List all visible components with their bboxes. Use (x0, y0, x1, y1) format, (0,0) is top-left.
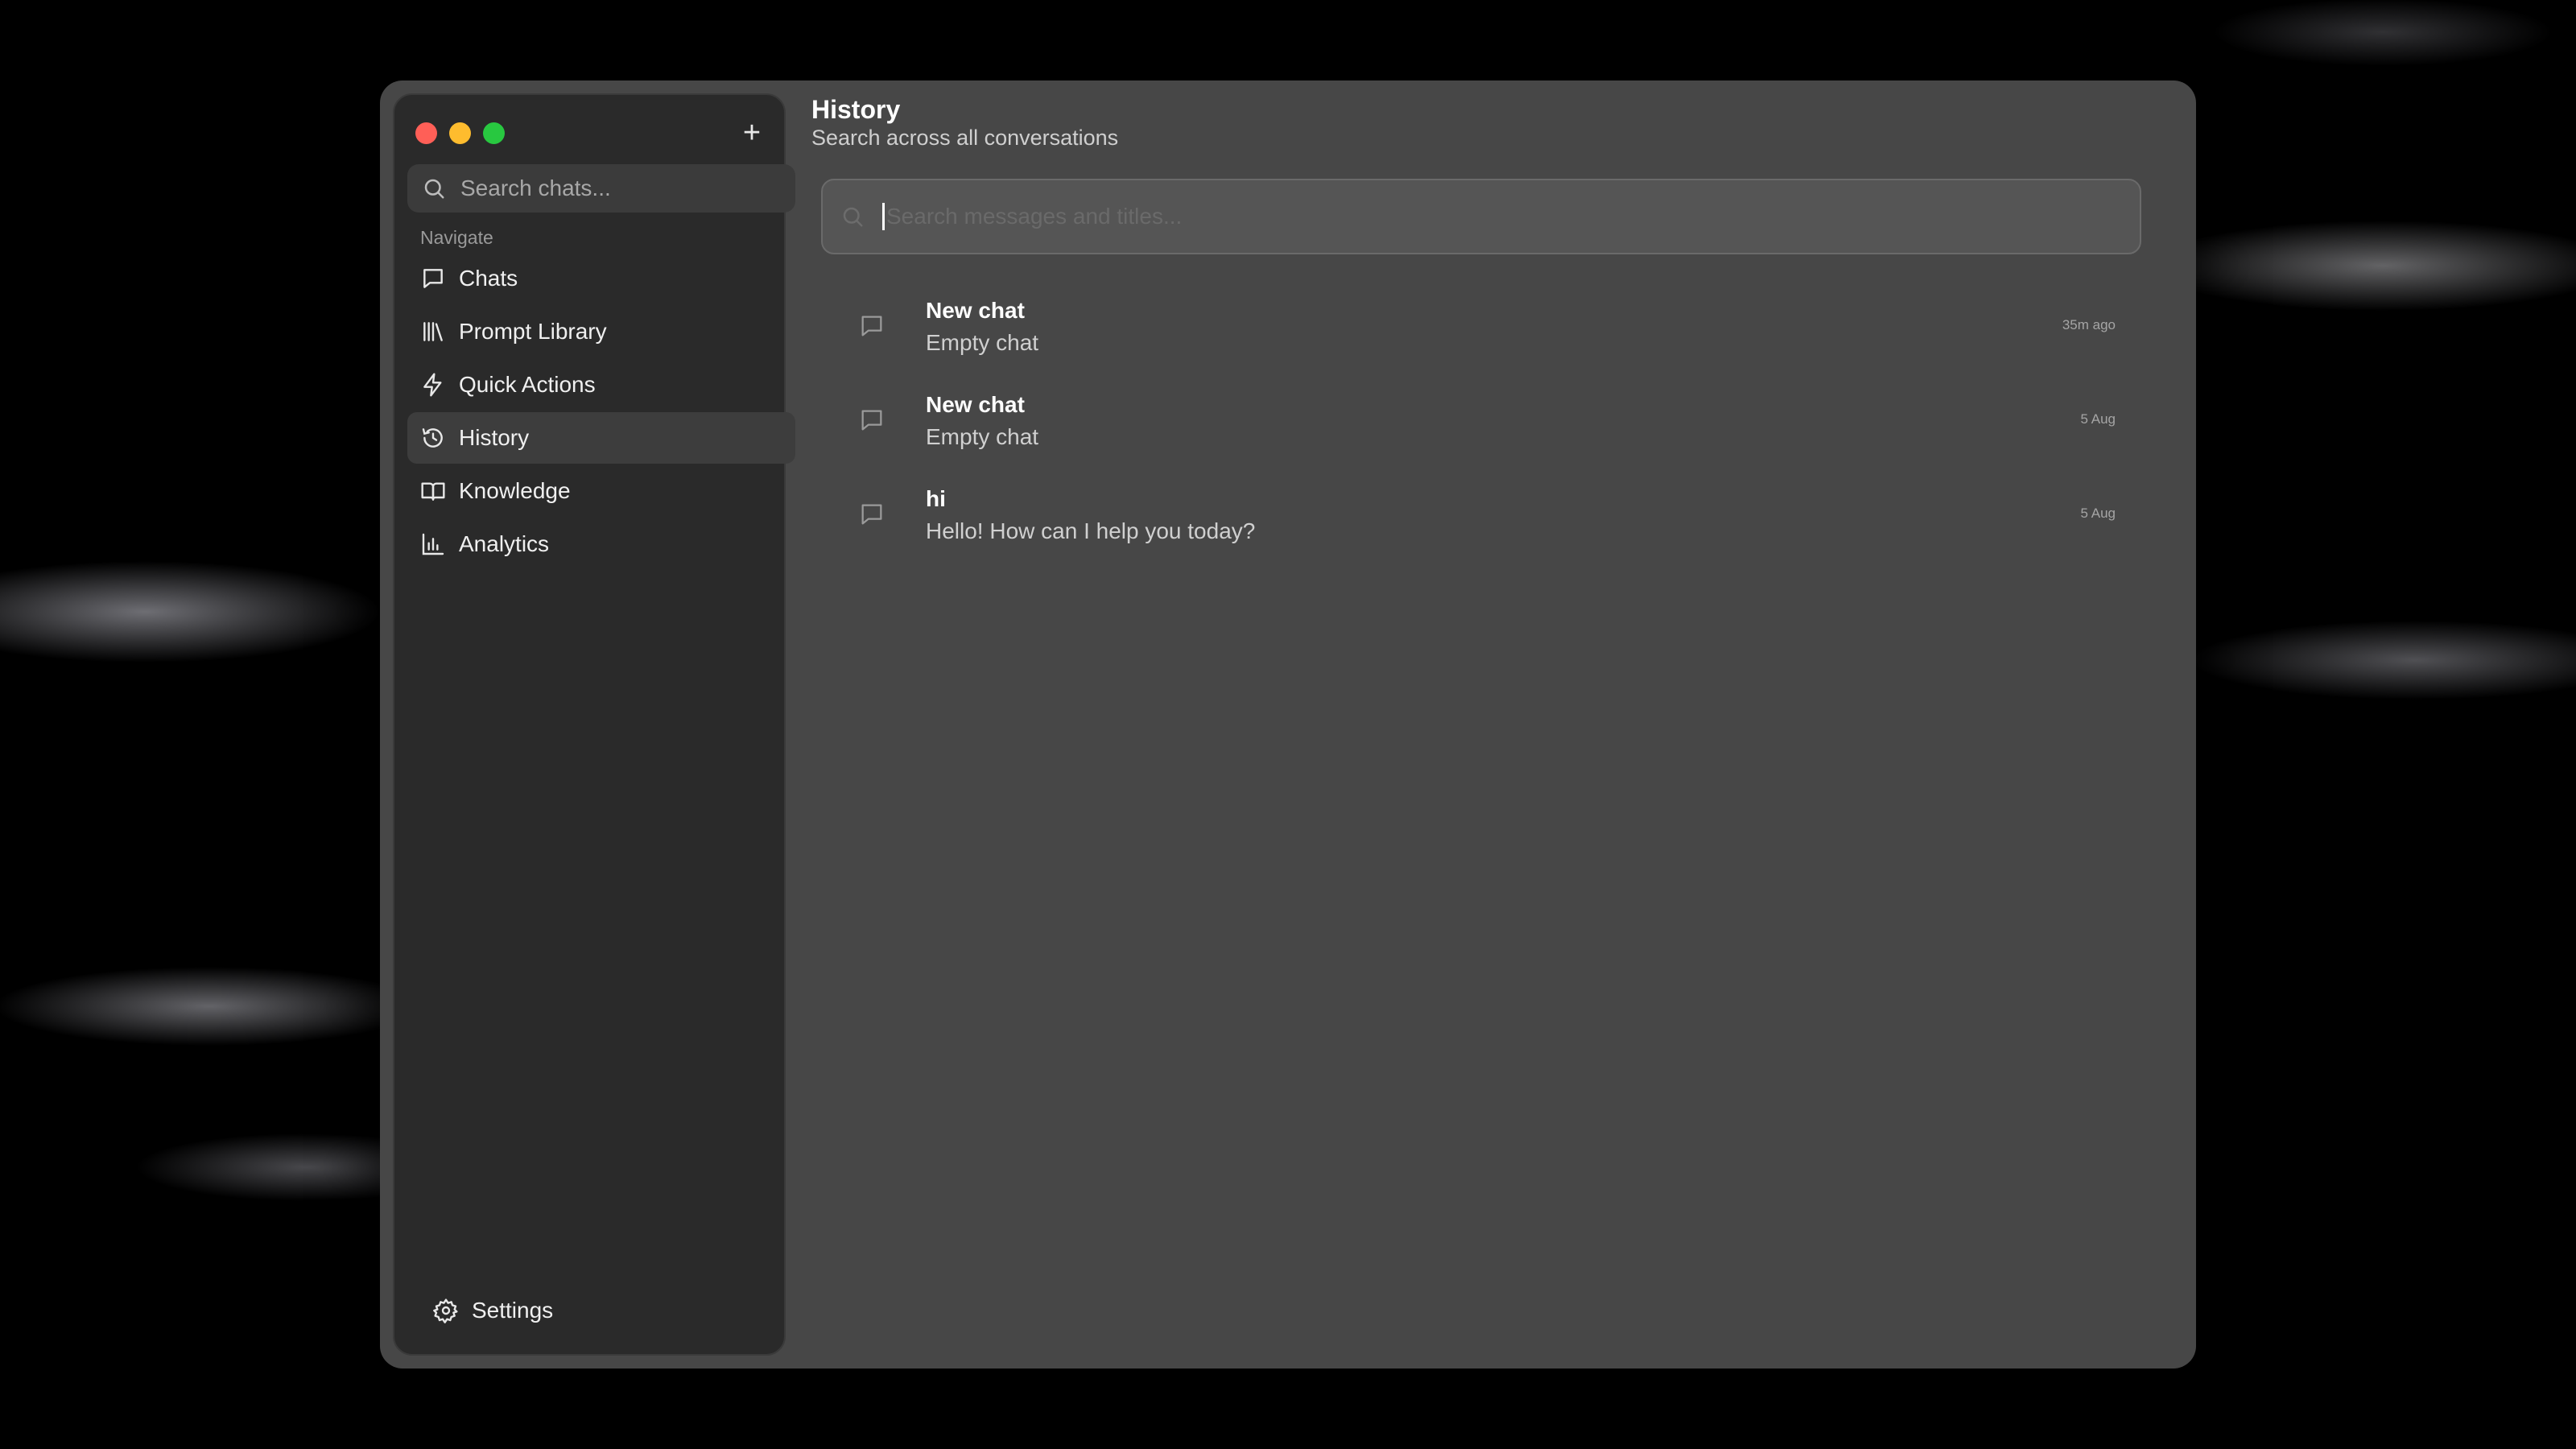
search-icon (424, 179, 444, 199)
nav-heading: Navigate (420, 227, 493, 248)
zoom-window-button[interactable] (483, 122, 505, 144)
chat-bubble-icon (423, 269, 443, 288)
gear-icon (433, 1298, 458, 1323)
conversation-item[interactable]: hi Hello! How can I help you today? 5 Au… (821, 480, 2141, 574)
bar-chart-icon (422, 533, 444, 555)
search-icon (843, 207, 863, 227)
conversation-title: New chat (926, 298, 1025, 323)
library-icon (423, 322, 443, 341)
sidebar: + Search chats... Navigate Chats Prompt … (393, 93, 795, 1356)
sidebar-item-prompt-library[interactable]: Prompt Library (407, 306, 795, 357)
sidebar-nav: Chats Prompt Library Quick Actions Histo… (407, 253, 795, 572)
minimize-window-button[interactable] (449, 122, 471, 144)
app-window: + Search chats... Navigate Chats Prompt … (380, 80, 2196, 1368)
close-window-button[interactable] (415, 122, 437, 144)
book-icon (421, 482, 445, 501)
history-search-placeholder: Search messages and titles... (886, 204, 1183, 229)
window-controls (415, 122, 505, 144)
sidebar-item-label: Analytics (459, 531, 550, 556)
page-title: History (811, 95, 901, 124)
conversation-timestamp: 35m ago (2062, 317, 2116, 332)
conversation-snippet: Hello! How can I help you today? (926, 518, 1256, 543)
sidebar-item-chats[interactable]: Chats (407, 253, 795, 304)
main-panel: History Search across all conversations … (805, 80, 2196, 1368)
lightning-icon (423, 373, 442, 397)
new-chat-button[interactable]: + (737, 118, 766, 148)
sidebar-item-label: Chats (459, 266, 518, 291)
conversation-item[interactable]: New chat Empty chat 5 Aug (821, 386, 2141, 480)
sidebar-item-label: Knowledge (459, 478, 571, 503)
conversation-title: hi (926, 486, 946, 511)
sidebar-item-quick-actions[interactable]: Quick Actions (407, 359, 795, 411)
page-subtitle: Search across all conversations (811, 126, 1119, 150)
sidebar-item-label: Prompt Library (459, 319, 607, 344)
sidebar-search-placeholder: Search chats... (460, 175, 611, 200)
chat-bubble-icon (861, 504, 882, 525)
conversation-snippet: Empty chat (926, 330, 1039, 355)
sidebar-item-history[interactable]: History (407, 412, 795, 464)
history-search-input[interactable]: Search messages and titles... (821, 179, 2141, 254)
conversation-timestamp: 5 Aug (2080, 411, 2116, 427)
conversation-title: New chat (926, 392, 1025, 417)
sidebar-item-knowledge[interactable]: Knowledge (407, 465, 795, 517)
chat-bubble-icon (861, 410, 882, 431)
history-icon (422, 428, 443, 448)
conversation-list: New chat Empty chat 35m ago New chat Emp… (821, 291, 2141, 574)
sidebar-item-label: Quick Actions (459, 372, 596, 397)
chat-bubble-icon (861, 316, 882, 336)
text-caret (882, 203, 885, 230)
conversation-snippet: Empty chat (926, 424, 1039, 449)
conversation-item[interactable]: New chat Empty chat 35m ago (821, 291, 2141, 386)
sidebar-search-input[interactable]: Search chats... (407, 164, 795, 213)
sidebar-item-label: History (459, 425, 530, 450)
conversation-timestamp: 5 Aug (2080, 506, 2116, 521)
sidebar-item-analytics[interactable]: Analytics (407, 518, 795, 570)
settings-label: Settings (472, 1298, 554, 1323)
settings-button[interactable]: Settings (433, 1298, 553, 1323)
